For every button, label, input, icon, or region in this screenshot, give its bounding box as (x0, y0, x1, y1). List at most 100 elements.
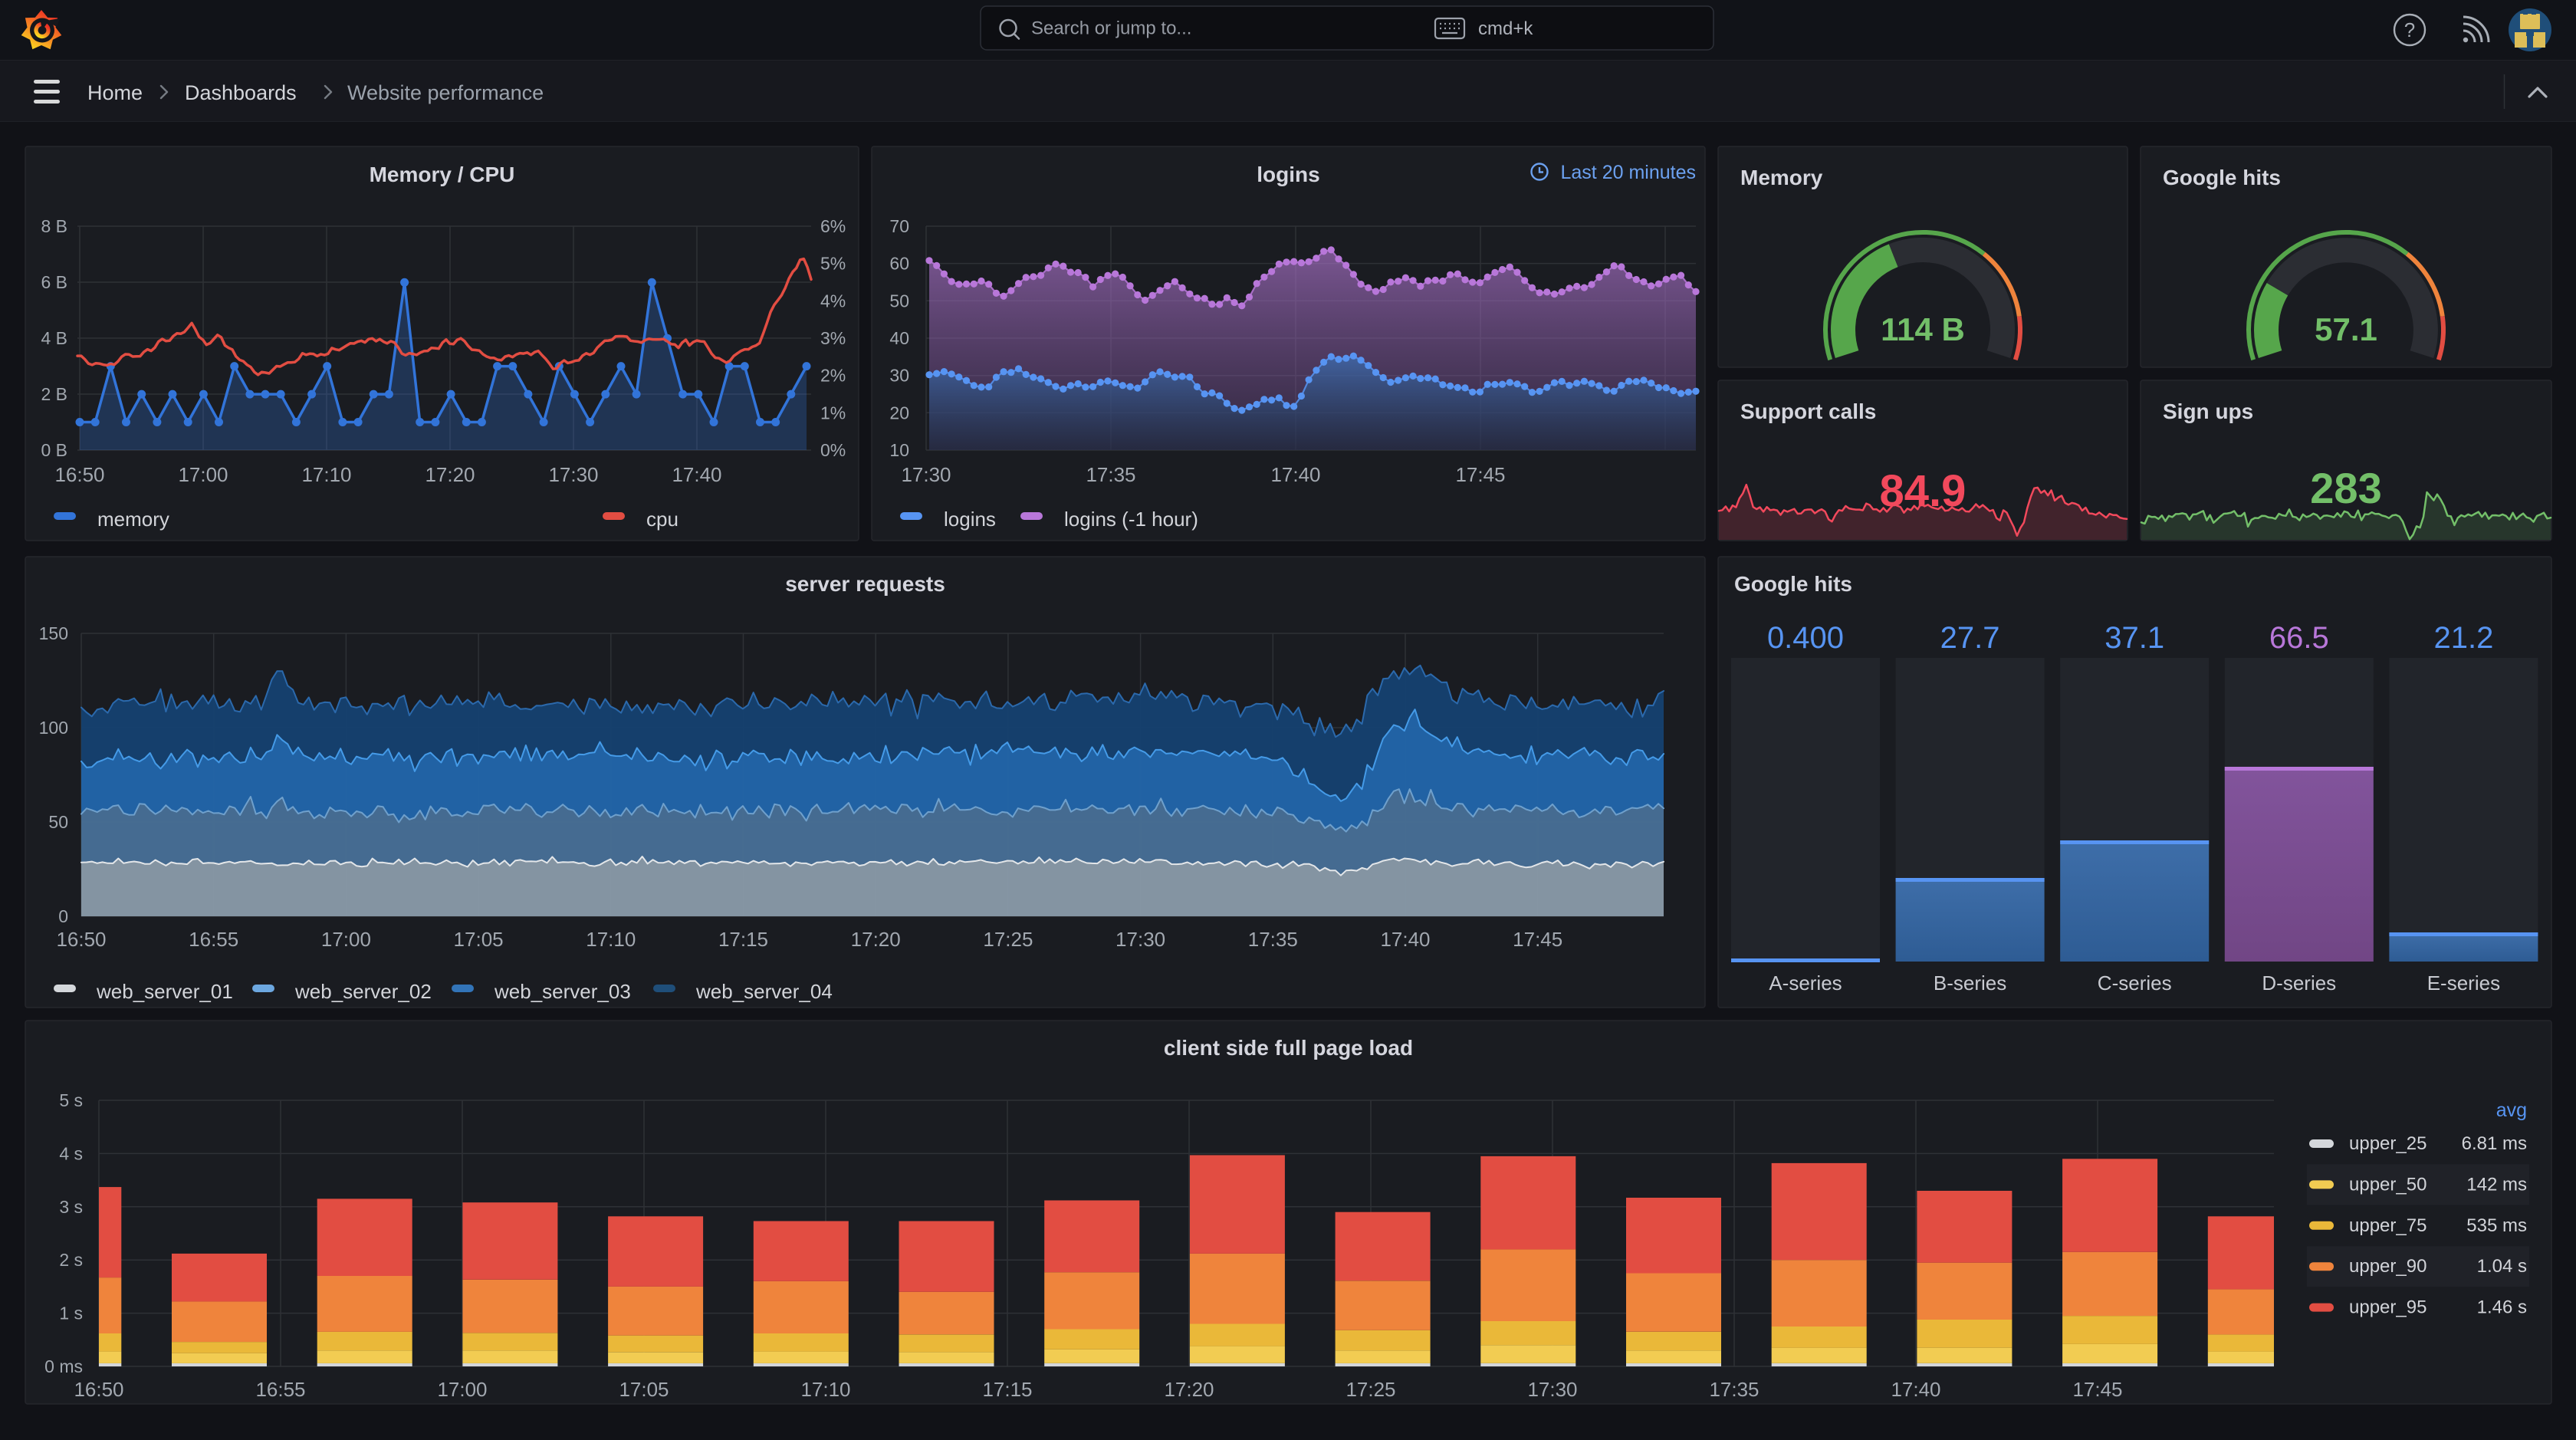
svg-text:1.04 s: 1.04 s (2477, 1256, 2527, 1277)
svg-text:17:30: 17:30 (1116, 928, 1165, 951)
svg-text:142 ms: 142 ms (2466, 1174, 2527, 1195)
svg-text:Memory / CPU: Memory / CPU (370, 163, 515, 186)
svg-text:20: 20 (889, 403, 909, 422)
svg-text:10: 10 (889, 440, 909, 460)
svg-text:0 ms: 0 ms (44, 1356, 83, 1376)
svg-text:Search or jump to...: Search or jump to... (1031, 18, 1191, 39)
svg-text:70: 70 (889, 216, 909, 236)
svg-text:60: 60 (889, 254, 909, 274)
svg-text:27.7: 27.7 (1940, 621, 2000, 655)
svg-text:Dashboards: Dashboards (185, 81, 297, 104)
svg-text:upper_95: upper_95 (2349, 1297, 2426, 1318)
svg-text:17:35: 17:35 (1248, 928, 1298, 951)
svg-text:17:00: 17:00 (321, 928, 371, 951)
svg-text:cpu: cpu (646, 508, 678, 531)
svg-text:logins: logins (1257, 163, 1319, 186)
svg-text:16:50: 16:50 (74, 1378, 123, 1401)
svg-text:1.46 s: 1.46 s (2477, 1297, 2527, 1318)
svg-text:0%: 0% (820, 440, 846, 460)
svg-text:server requests: server requests (785, 572, 945, 596)
svg-text:17:40: 17:40 (672, 463, 721, 486)
svg-text:17:45: 17:45 (1455, 463, 1505, 486)
svg-text:17:45: 17:45 (1513, 928, 1562, 951)
svg-text:40: 40 (889, 328, 909, 348)
svg-text:17:45: 17:45 (2072, 1378, 2122, 1401)
svg-text:Sign ups: Sign ups (2163, 399, 2253, 423)
svg-text:16:55: 16:55 (255, 1378, 305, 1401)
svg-text:2 B: 2 B (41, 384, 67, 404)
svg-text:283: 283 (2310, 464, 2381, 512)
svg-text:16:55: 16:55 (189, 928, 238, 951)
svg-text:B-series: B-series (1934, 972, 2006, 995)
svg-text:57.1: 57.1 (2315, 311, 2377, 347)
svg-text:16:50: 16:50 (56, 928, 106, 951)
svg-text:upper_25: upper_25 (2349, 1133, 2426, 1154)
svg-text:17:20: 17:20 (851, 928, 901, 951)
svg-text:logins (-1 hour): logins (-1 hour) (1064, 508, 1198, 531)
svg-text:5%: 5% (820, 254, 846, 274)
svg-text:150: 150 (39, 623, 68, 643)
svg-text:4 B: 4 B (41, 328, 67, 348)
svg-text:17:35: 17:35 (1709, 1378, 1759, 1401)
svg-text:17:25: 17:25 (1346, 1378, 1395, 1401)
svg-text:1 s: 1 s (59, 1304, 83, 1323)
svg-text:8 B: 8 B (41, 216, 67, 236)
svg-text:Memory: Memory (1740, 166, 1823, 189)
svg-text:17:15: 17:15 (982, 1378, 1032, 1401)
svg-text:Support calls: Support calls (1740, 399, 1876, 423)
svg-text:17:25: 17:25 (983, 928, 1033, 951)
svg-text:3 s: 3 s (59, 1197, 83, 1217)
svg-text:17:30: 17:30 (1527, 1378, 1577, 1401)
svg-text:upper_75: upper_75 (2349, 1215, 2426, 1236)
svg-text:upper_90: upper_90 (2349, 1256, 2426, 1277)
svg-text:2%: 2% (820, 366, 846, 386)
svg-text:A-series: A-series (1769, 972, 1842, 995)
svg-text:0: 0 (58, 906, 68, 926)
svg-text:37.1: 37.1 (2104, 621, 2164, 655)
svg-text:logins: logins (944, 508, 996, 531)
svg-text:17:20: 17:20 (425, 463, 475, 486)
svg-text:2 s: 2 s (59, 1250, 83, 1270)
svg-text:16:50: 16:50 (54, 463, 104, 486)
svg-text:web_server_04: web_server_04 (695, 980, 833, 1003)
svg-text:100: 100 (39, 718, 68, 738)
svg-text:avg: avg (2496, 1100, 2527, 1121)
svg-text:17:20: 17:20 (1164, 1378, 1214, 1401)
svg-text:Website performance: Website performance (347, 81, 544, 104)
svg-text:D-series: D-series (2262, 972, 2336, 995)
svg-text:4 s: 4 s (59, 1143, 83, 1163)
svg-text:web_server_03: web_server_03 (494, 980, 631, 1003)
svg-text:0.400: 0.400 (1767, 621, 1844, 655)
svg-text:66.5: 66.5 (2269, 621, 2329, 655)
svg-text:web_server_01: web_server_01 (96, 980, 233, 1003)
svg-text:17:10: 17:10 (301, 463, 351, 486)
svg-text:Google hits: Google hits (1734, 572, 1852, 596)
svg-text:17:40: 17:40 (1380, 928, 1430, 951)
svg-text:Home: Home (87, 81, 143, 104)
svg-text:C-series: C-series (2098, 972, 2172, 995)
svg-text:web_server_02: web_server_02 (294, 980, 432, 1003)
svg-text:21.2: 21.2 (2433, 621, 2493, 655)
svg-text:cmd+k: cmd+k (1478, 18, 1533, 39)
svg-text:6%: 6% (820, 216, 846, 236)
svg-text:memory: memory (97, 508, 169, 531)
svg-text:1%: 1% (820, 403, 846, 422)
svg-text:17:10: 17:10 (586, 928, 636, 951)
svg-text:4%: 4% (820, 291, 846, 311)
svg-text:Last 20 minutes: Last 20 minutes (1561, 162, 1697, 183)
svg-text:0 B: 0 B (41, 440, 67, 460)
svg-text:17:00: 17:00 (178, 463, 228, 486)
svg-text:client side full page load: client side full page load (1164, 1036, 1413, 1060)
svg-text:6.81 ms: 6.81 ms (2462, 1133, 2527, 1154)
svg-text:84.9: 84.9 (1880, 466, 1967, 516)
svg-text:17:15: 17:15 (718, 928, 768, 951)
svg-text:17:00: 17:00 (437, 1378, 487, 1401)
svg-text:50: 50 (48, 812, 68, 832)
svg-text:Google hits: Google hits (2163, 166, 2281, 189)
svg-text:3%: 3% (820, 328, 846, 348)
svg-text:17:05: 17:05 (619, 1378, 669, 1401)
svg-text:114 B: 114 B (1881, 311, 1965, 347)
svg-text:17:40: 17:40 (1270, 463, 1320, 486)
svg-text:17:35: 17:35 (1086, 463, 1135, 486)
svg-text:17:30: 17:30 (548, 463, 598, 486)
